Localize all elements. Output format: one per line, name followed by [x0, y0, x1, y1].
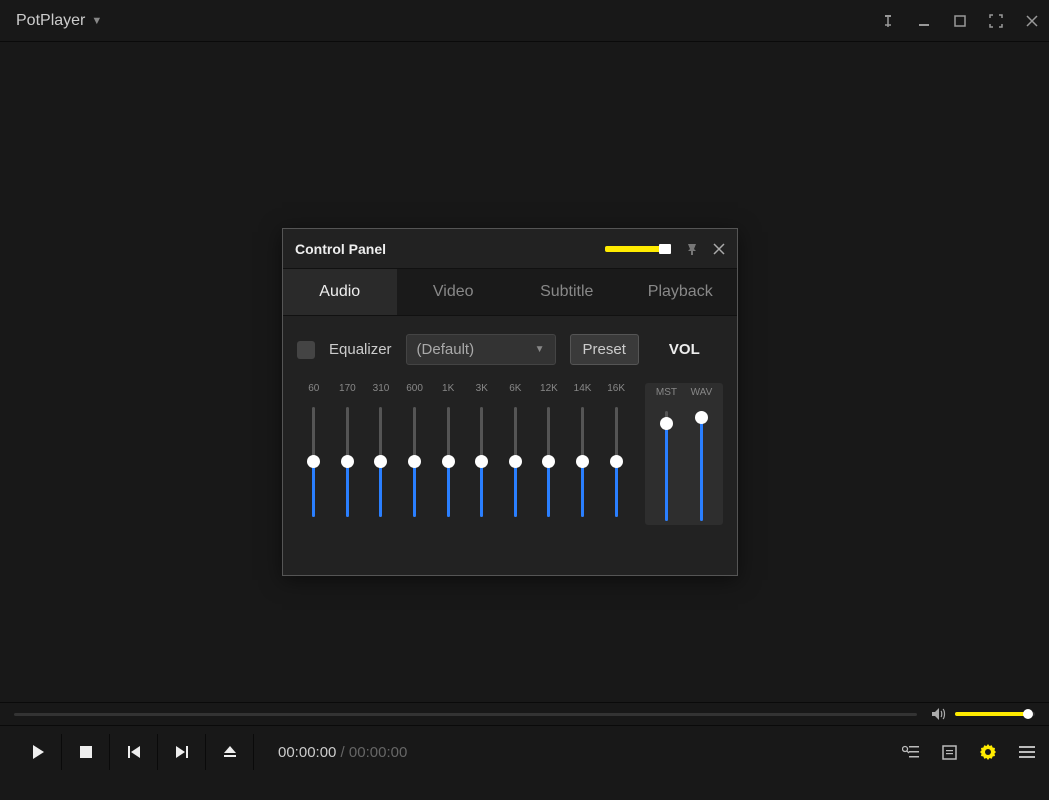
eq-band-12k: 12K: [532, 383, 566, 525]
vol-slider-wav[interactable]: [700, 411, 703, 521]
preset-button[interactable]: Preset: [570, 334, 639, 365]
tab-audio[interactable]: Audio: [283, 269, 397, 315]
maximize-button[interactable]: [951, 12, 969, 30]
eq-band-16k: 16K: [599, 383, 633, 525]
app-menu-button[interactable]: PotPlayer ▼: [8, 12, 102, 30]
eq-slider[interactable]: [547, 407, 550, 517]
control-panel-dialog: Control Panel Audio Video Subtitle Playb…: [282, 228, 738, 576]
previous-button[interactable]: [110, 734, 158, 770]
volume-icon[interactable]: [931, 707, 947, 721]
vol-wav: WAV: [684, 387, 719, 521]
preset-dropdown[interactable]: (Default) ▼: [406, 334, 556, 365]
eq-band-600: 600: [398, 383, 432, 525]
eq-slider[interactable]: [480, 407, 483, 517]
eq-slider[interactable]: [413, 407, 416, 517]
control-panel-opacity-slider[interactable]: [605, 246, 671, 252]
eq-slider[interactable]: [379, 407, 382, 517]
eq-slider[interactable]: [514, 407, 517, 517]
bottom-bar: 00:00:00 / 00:00:00: [0, 726, 1049, 778]
video-area[interactable]: Control Panel Audio Video Subtitle Playb…: [0, 42, 1049, 702]
title-bar: PotPlayer ▼: [0, 0, 1049, 42]
preset-dropdown-value: (Default): [417, 341, 475, 358]
search-list-icon[interactable]: [902, 744, 920, 760]
tab-video[interactable]: Video: [397, 269, 511, 315]
seek-bar-row: [0, 702, 1049, 726]
eq-band-310: 310: [364, 383, 398, 525]
close-icon[interactable]: [713, 243, 725, 255]
chevron-down-icon: ▼: [535, 344, 545, 355]
vol-slider-group: MST WAV: [645, 383, 723, 525]
eq-band-14k: 14K: [566, 383, 600, 525]
eq-slider[interactable]: [581, 407, 584, 517]
playlist-icon[interactable]: [942, 745, 957, 760]
eq-band-3k: 3K: [465, 383, 499, 525]
equalizer-label: Equalizer: [329, 341, 392, 358]
next-button[interactable]: [158, 734, 206, 770]
eq-slider[interactable]: [615, 407, 618, 517]
control-panel-titlebar[interactable]: Control Panel: [283, 229, 737, 269]
eq-sliders: 60 170 310 600 1K 3K 6K 12K 14K 16K MST …: [297, 383, 723, 525]
settings-gear-icon[interactable]: [979, 743, 997, 761]
eq-slider[interactable]: [447, 407, 450, 517]
pin-icon[interactable]: [685, 242, 699, 256]
tab-subtitle[interactable]: Subtitle: [510, 269, 624, 315]
eq-slider[interactable]: [346, 407, 349, 517]
eject-button[interactable]: [206, 734, 254, 770]
volume-slider[interactable]: [955, 712, 1035, 716]
equalizer-row: Equalizer (Default) ▼ Preset VOL: [297, 334, 723, 365]
control-panel-tabs: Audio Video Subtitle Playback: [283, 269, 737, 316]
play-button[interactable]: [14, 734, 62, 770]
fullscreen-button[interactable]: [987, 12, 1005, 30]
chevron-down-icon: ▼: [91, 15, 102, 27]
eq-slider[interactable]: [312, 407, 315, 517]
vol-mst: MST: [649, 387, 684, 521]
window-buttons: [879, 12, 1041, 30]
vol-section-label: VOL: [669, 341, 700, 358]
seek-bar[interactable]: [14, 713, 917, 716]
equalizer-checkbox[interactable]: [297, 341, 315, 359]
close-button[interactable]: [1023, 12, 1041, 30]
time-duration: 00:00:00: [349, 744, 407, 761]
timecode: 00:00:00 / 00:00:00: [278, 744, 407, 761]
time-separator: /: [336, 744, 349, 761]
app-title-label: PotPlayer: [16, 12, 85, 30]
vol-slider-mst[interactable]: [665, 411, 668, 521]
time-current: 00:00:00: [278, 744, 336, 761]
control-panel-title: Control Panel: [295, 241, 386, 257]
minimize-button[interactable]: [915, 12, 933, 30]
tab-playback[interactable]: Playback: [624, 269, 738, 315]
pin-icon[interactable]: [879, 12, 897, 30]
eq-band-170: 170: [331, 383, 365, 525]
eq-band-1k: 1K: [431, 383, 465, 525]
stop-button[interactable]: [62, 734, 110, 770]
eq-band-60: 60: [297, 383, 331, 525]
menu-icon[interactable]: [1019, 745, 1035, 759]
eq-band-6k: 6K: [499, 383, 533, 525]
